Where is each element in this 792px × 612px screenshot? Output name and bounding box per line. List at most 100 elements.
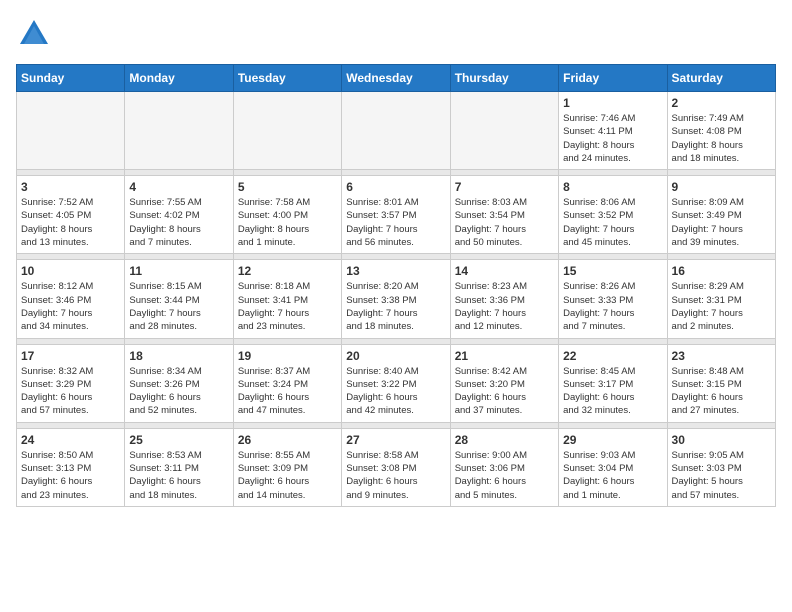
day-number: 2: [672, 96, 771, 110]
day-number: 20: [346, 349, 445, 363]
column-header-saturday: Saturday: [667, 65, 775, 92]
day-number: 12: [238, 264, 337, 278]
day-number: 1: [563, 96, 662, 110]
day-number: 22: [563, 349, 662, 363]
day-number: 24: [21, 433, 120, 447]
calendar-cell: 10 Sunrise: 8:12 AM Sunset: 3:46 PM Dayli…: [17, 260, 125, 338]
calendar-cell: 24Sunrise: 8:50 AM Sunset: 3:13 PM Dayli…: [17, 428, 125, 506]
calendar-cell: 22 Sunrise: 8:45 AM Sunset: 3:17 PM Dayli…: [559, 344, 667, 422]
calendar-cell: 6 Sunrise: 8:01 AM Sunset: 3:57 PM Daylig…: [342, 176, 450, 254]
calendar: SundayMondayTuesdayWednesdayThursdayFrid…: [16, 64, 776, 507]
calendar-cell: 28 Sunrise: 9:00 AM Sunset: 3:06 PM Dayli…: [450, 428, 558, 506]
calendar-cell: 16Sunrise: 8:29 AM Sunset: 3:31 PM Dayli…: [667, 260, 775, 338]
calendar-week-4: 17 Sunrise: 8:32 AM Sunset: 3:29 PM Dayli…: [17, 344, 776, 422]
day-number: 28: [455, 433, 554, 447]
calendar-cell: 9 Sunrise: 8:09 AM Sunset: 3:49 PM Daylig…: [667, 176, 775, 254]
calendar-cell: 17 Sunrise: 8:32 AM Sunset: 3:29 PM Dayli…: [17, 344, 125, 422]
day-info: Sunrise: 8:26 AM Sunset: 3:33 PM Dayligh…: [563, 280, 662, 333]
day-number: 5: [238, 180, 337, 194]
calendar-cell: 20 Sunrise: 8:40 AM Sunset: 3:22 PM Dayli…: [342, 344, 450, 422]
calendar-cell: [450, 92, 558, 170]
day-info: Sunrise: 8:34 AM Sunset: 3:26 PM Dayligh…: [129, 365, 228, 418]
calendar-cell: 15 Sunrise: 8:26 AM Sunset: 3:33 PM Dayli…: [559, 260, 667, 338]
day-info: Sunrise: 8:40 AM Sunset: 3:22 PM Dayligh…: [346, 365, 445, 418]
day-number: 18: [129, 349, 228, 363]
day-number: 23: [672, 349, 771, 363]
calendar-cell: 1 Sunrise: 7:46 AM Sunset: 4:11 PM Daylig…: [559, 92, 667, 170]
day-info: Sunrise: 9:03 AM Sunset: 3:04 PM Dayligh…: [563, 449, 662, 502]
calendar-cell: 27 Sunrise: 8:58 AM Sunset: 3:08 PM Dayli…: [342, 428, 450, 506]
day-number: 7: [455, 180, 554, 194]
calendar-cell: 26Sunrise: 8:55 AM Sunset: 3:09 PM Dayli…: [233, 428, 341, 506]
day-info: Sunrise: 8:42 AM Sunset: 3:20 PM Dayligh…: [455, 365, 554, 418]
calendar-cell: 13 Sunrise: 8:20 AM Sunset: 3:38 PM Dayli…: [342, 260, 450, 338]
day-number: 15: [563, 264, 662, 278]
column-header-monday: Monday: [125, 65, 233, 92]
day-info: Sunrise: 8:06 AM Sunset: 3:52 PM Dayligh…: [563, 196, 662, 249]
logo: [16, 16, 56, 52]
day-info: Sunrise: 8:55 AM Sunset: 3:09 PM Dayligh…: [238, 449, 337, 502]
day-number: 29: [563, 433, 662, 447]
column-header-tuesday: Tuesday: [233, 65, 341, 92]
day-number: 25: [129, 433, 228, 447]
day-info: Sunrise: 7:52 AM Sunset: 4:05 PM Dayligh…: [21, 196, 120, 249]
calendar-week-3: 10 Sunrise: 8:12 AM Sunset: 3:46 PM Dayli…: [17, 260, 776, 338]
calendar-cell: 21 Sunrise: 8:42 AM Sunset: 3:20 PM Dayli…: [450, 344, 558, 422]
calendar-header-row: SundayMondayTuesdayWednesdayThursdayFrid…: [17, 65, 776, 92]
calendar-cell: 12 Sunrise: 8:18 AM Sunset: 3:41 PM Dayli…: [233, 260, 341, 338]
day-info: Sunrise: 7:55 AM Sunset: 4:02 PM Dayligh…: [129, 196, 228, 249]
calendar-cell: [233, 92, 341, 170]
day-number: 4: [129, 180, 228, 194]
day-info: Sunrise: 7:46 AM Sunset: 4:11 PM Dayligh…: [563, 112, 662, 165]
day-info: Sunrise: 8:18 AM Sunset: 3:41 PM Dayligh…: [238, 280, 337, 333]
calendar-cell: 14 Sunrise: 8:23 AM Sunset: 3:36 PM Dayli…: [450, 260, 558, 338]
day-number: 27: [346, 433, 445, 447]
calendar-cell: 25 Sunrise: 8:53 AM Sunset: 3:11 PM Dayli…: [125, 428, 233, 506]
day-number: 17: [21, 349, 120, 363]
day-number: 13: [346, 264, 445, 278]
calendar-week-2: 3Sunrise: 7:52 AM Sunset: 4:05 PM Daylig…: [17, 176, 776, 254]
calendar-cell: [342, 92, 450, 170]
day-info: Sunrise: 7:49 AM Sunset: 4:08 PM Dayligh…: [672, 112, 771, 165]
column-header-wednesday: Wednesday: [342, 65, 450, 92]
day-info: Sunrise: 8:45 AM Sunset: 3:17 PM Dayligh…: [563, 365, 662, 418]
day-info: Sunrise: 8:01 AM Sunset: 3:57 PM Dayligh…: [346, 196, 445, 249]
day-info: Sunrise: 8:20 AM Sunset: 3:38 PM Dayligh…: [346, 280, 445, 333]
day-number: 30: [672, 433, 771, 447]
day-info: Sunrise: 8:23 AM Sunset: 3:36 PM Dayligh…: [455, 280, 554, 333]
day-info: Sunrise: 8:58 AM Sunset: 3:08 PM Dayligh…: [346, 449, 445, 502]
calendar-cell: 8 Sunrise: 8:06 AM Sunset: 3:52 PM Daylig…: [559, 176, 667, 254]
calendar-cell: 7 Sunrise: 8:03 AM Sunset: 3:54 PM Daylig…: [450, 176, 558, 254]
day-number: 8: [563, 180, 662, 194]
day-info: Sunrise: 8:32 AM Sunset: 3:29 PM Dayligh…: [21, 365, 120, 418]
day-info: Sunrise: 8:53 AM Sunset: 3:11 PM Dayligh…: [129, 449, 228, 502]
calendar-cell: 29 Sunrise: 9:03 AM Sunset: 3:04 PM Dayli…: [559, 428, 667, 506]
calendar-week-1: 1 Sunrise: 7:46 AM Sunset: 4:11 PM Daylig…: [17, 92, 776, 170]
day-number: 19: [238, 349, 337, 363]
calendar-cell: 3Sunrise: 7:52 AM Sunset: 4:05 PM Daylig…: [17, 176, 125, 254]
day-info: Sunrise: 8:09 AM Sunset: 3:49 PM Dayligh…: [672, 196, 771, 249]
day-number: 6: [346, 180, 445, 194]
calendar-cell: 11Sunrise: 8:15 AM Sunset: 3:44 PM Dayli…: [125, 260, 233, 338]
day-info: Sunrise: 9:05 AM Sunset: 3:03 PM Dayligh…: [672, 449, 771, 502]
day-info: Sunrise: 7:58 AM Sunset: 4:00 PM Dayligh…: [238, 196, 337, 249]
day-number: 16: [672, 264, 771, 278]
calendar-cell: 5 Sunrise: 7:58 AM Sunset: 4:00 PM Daylig…: [233, 176, 341, 254]
day-info: Sunrise: 8:03 AM Sunset: 3:54 PM Dayligh…: [455, 196, 554, 249]
day-info: Sunrise: 8:15 AM Sunset: 3:44 PM Dayligh…: [129, 280, 228, 333]
calendar-week-5: 24Sunrise: 8:50 AM Sunset: 3:13 PM Dayli…: [17, 428, 776, 506]
calendar-cell: 18 Sunrise: 8:34 AM Sunset: 3:26 PM Dayli…: [125, 344, 233, 422]
day-number: 21: [455, 349, 554, 363]
page-header: [16, 16, 776, 52]
calendar-cell: [17, 92, 125, 170]
column-header-friday: Friday: [559, 65, 667, 92]
day-info: Sunrise: 8:12 AM Sunset: 3:46 PM Dayligh…: [21, 280, 120, 333]
day-number: 10: [21, 264, 120, 278]
logo-icon: [16, 16, 52, 52]
calendar-cell: 30 Sunrise: 9:05 AM Sunset: 3:03 PM Dayli…: [667, 428, 775, 506]
day-info: Sunrise: 9:00 AM Sunset: 3:06 PM Dayligh…: [455, 449, 554, 502]
column-header-sunday: Sunday: [17, 65, 125, 92]
day-number: 14: [455, 264, 554, 278]
calendar-cell: [125, 92, 233, 170]
day-number: 9: [672, 180, 771, 194]
